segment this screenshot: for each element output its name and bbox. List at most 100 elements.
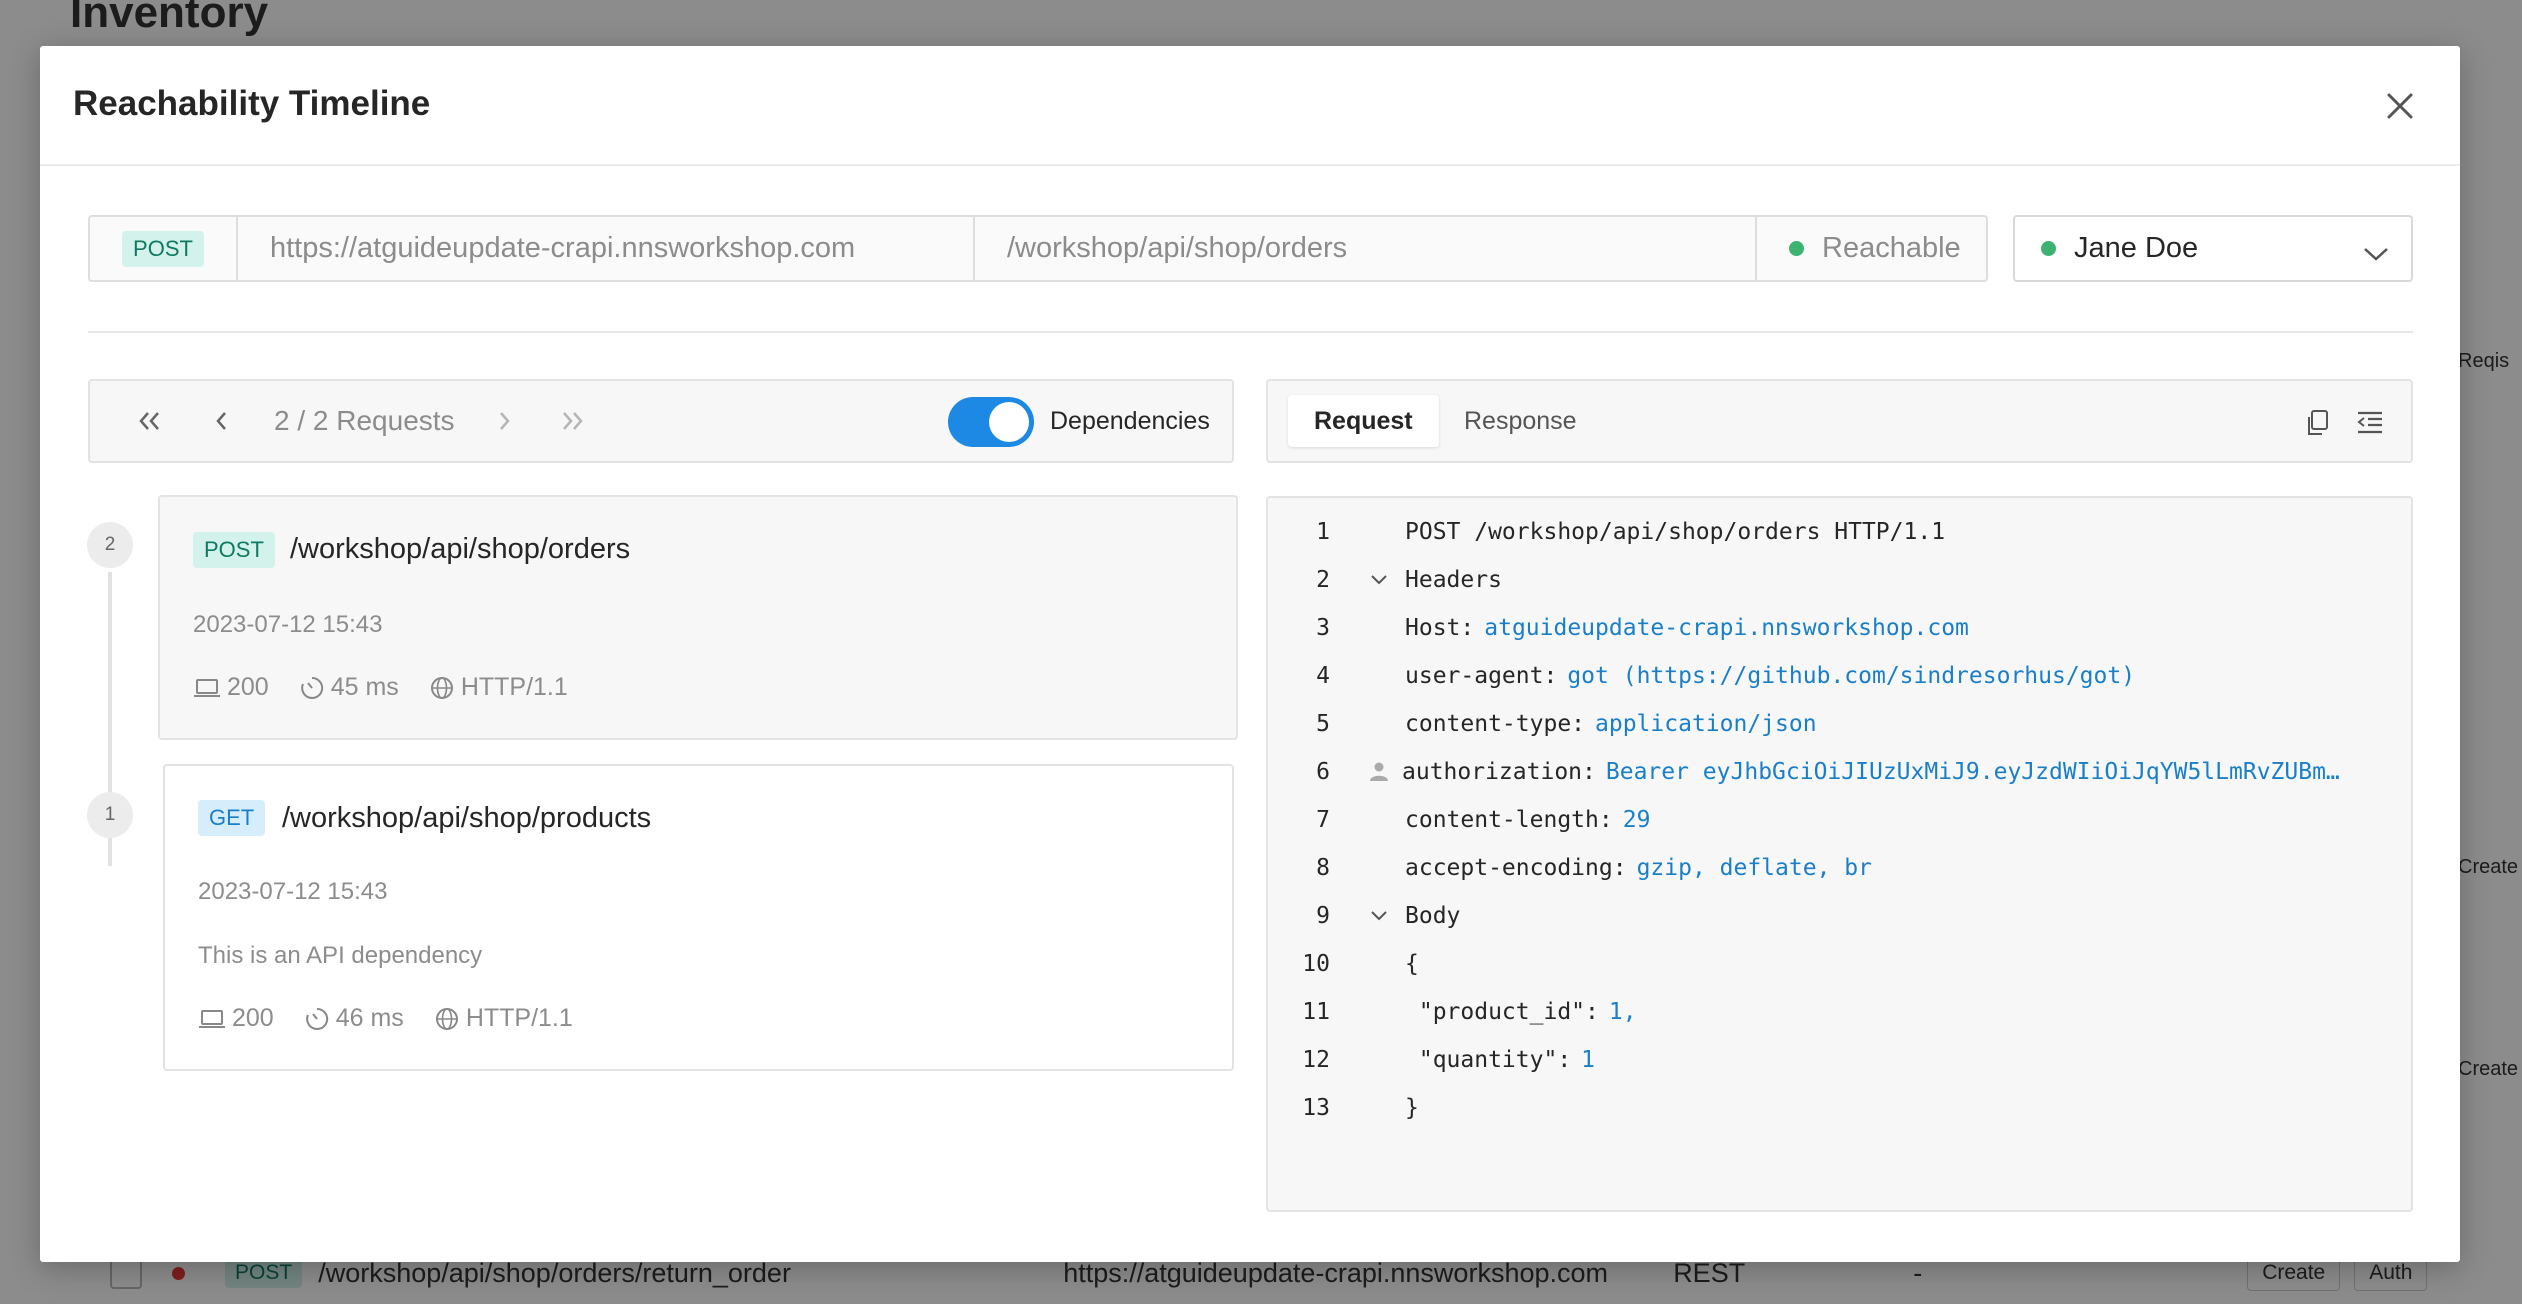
request-meta: 200 45 ms HTTP/1.1 [193,673,598,702]
request-card-selected[interactable]: POST /workshop/api/shop/orders 2023-07-1… [158,495,1238,740]
line-number: 1 [1316,519,1330,545]
code-key: { [1405,951,1419,977]
duration-value: 46 ms [335,1004,404,1032]
modal-title: Reachability Timeline [73,84,431,123]
line-number: 2 [1316,567,1330,593]
code-line: 5 content-type: application/json [1268,700,2411,748]
request-card[interactable]: GET /workshop/api/shop/products 2023-07-… [163,764,1234,1071]
request-path: /workshop/api/shop/products [282,802,652,834]
toggle-knob [989,402,1029,442]
request-code-viewer: 1 POST /workshop/api/shop/orders HTTP/1.1… [1266,496,2413,1212]
last-page-icon[interactable] [550,399,594,443]
line-number: 8 [1316,855,1330,881]
request-path: /workshop/api/shop/orders [290,533,631,565]
code-line: 4 user-agent: got (https://github.com/sind… [1268,652,2411,700]
code-value: 29 [1622,807,1651,833]
first-page-icon[interactable] [128,399,172,443]
status-code: 200 [193,673,269,702]
code-key: Host: [1405,615,1475,641]
endpoint-host: https://atguideupdate-crapi.nnsworkshop.… [238,217,975,280]
line-number: 10 [1302,951,1330,977]
request-meta: 200 46 ms HTTP/1.1 [198,1004,603,1033]
endpoint-bar: POST https://atguideupdate-crapi.nnswork… [88,215,1988,282]
code-value: 1 [1581,1047,1596,1073]
globe-icon [430,676,453,699]
status-dot [1789,241,1804,256]
divider [88,331,2413,333]
timer-icon [300,676,323,699]
code-key: user-agent: [1405,663,1558,689]
detail-tabs-bar: Request Response [1266,379,2413,463]
code-key: Headers [1405,567,1502,593]
line-number: 13 [1302,1095,1330,1121]
code-value: gzip, deflate, br [1636,855,1872,881]
tab-response[interactable]: Response [1438,395,1603,447]
code-value: atguideupdate-crapi.nnsworkshop.com [1484,615,1969,641]
method-badge: POST [122,230,204,267]
code-value: 1, [1608,999,1637,1025]
reachability-modal: Reachability Timeline POST https://atgui… [40,46,2460,1262]
collapse-all-icon[interactable] [2354,407,2386,439]
dependencies-label: Dependencies [1050,407,1210,435]
tab-request[interactable]: Request [1288,395,1439,447]
timer-icon [305,1007,328,1030]
method-badge: GET [198,800,266,836]
code-line: 8 accept-encoding: gzip, deflate, br [1268,844,2411,892]
code-line: 13} [1268,1084,2411,1132]
line-number: 5 [1316,711,1330,737]
code-key: POST /workshop/api/shop/orders HTTP/1.1 [1405,519,1946,545]
dependency-note: This is an API dependency [198,942,483,969]
code-line: 9 Body [1268,892,2411,940]
line-number: 9 [1316,903,1330,929]
protocol-value: HTTP/1.1 [465,1004,573,1032]
user-icon [1368,760,1390,782]
chevron-down-icon [2363,239,2389,272]
protocol: HTTP/1.1 [434,1004,573,1033]
chevron-down-icon[interactable] [1368,568,1390,590]
globe-icon [435,1007,458,1030]
user-status-dot [2041,241,2056,256]
line-number: 11 [1302,999,1330,1025]
code-key: content-type: [1405,711,1586,737]
request-count: 2 / 2 Requests [274,405,455,436]
code-key: "product_id": [1405,999,1599,1025]
code-line: 2 Headers [1268,556,2411,604]
reachability-status: Reachable [1757,217,1986,280]
copy-icon[interactable] [2302,407,2334,439]
endpoint-path: /workshop/api/shop/orders [975,217,1757,280]
status-code-value: 200 [227,673,269,701]
code-key: } [1405,1095,1419,1121]
line-number: 6 [1316,759,1330,785]
code-key: content-length: [1405,807,1613,833]
close-icon[interactable] [2380,86,2420,126]
timeline-step-number: 2 [87,522,133,568]
code-line: 3 Host: atguideupdate-crapi.nnsworkshop.co… [1268,604,2411,652]
code-key: authorization: [1402,759,1596,785]
dependencies-toggle[interactable] [948,397,1034,447]
modal-header: Reachability Timeline [40,46,2460,166]
request-date: 2023-07-12 15:43 [193,611,383,638]
status-code: 200 [198,1004,274,1033]
method-badge: POST [193,532,275,568]
timeline-step-number: 1 [87,792,133,838]
code-key: "quantity": [1405,1047,1572,1073]
code-line: 10 { [1268,940,2411,988]
protocol: HTTP/1.1 [429,673,568,702]
user-select[interactable]: Jane Doe [2013,215,2413,282]
line-number: 3 [1316,615,1330,641]
status-code-value: 200 [232,1004,274,1032]
laptop-icon [194,678,220,697]
chevron-down-icon[interactable] [1368,904,1390,926]
duration: 46 ms [304,1004,404,1033]
code-line: 1 POST /workshop/api/shop/orders HTTP/1.1 [1268,508,2411,556]
protocol-value: HTTP/1.1 [460,673,568,701]
code-line: 6 authorization: Bearer eyJhbGciOiJIUzUxMi… [1268,748,2411,796]
code-value: got (https://github.com/sindresorhus/got… [1567,663,2136,689]
previous-page-icon[interactable] [200,399,244,443]
duration-value: 45 ms [330,673,399,701]
endpoint-method: POST [90,217,238,280]
line-number: 4 [1316,663,1330,689]
code-value: application/json [1595,711,1817,737]
next-page-icon[interactable] [482,399,526,443]
line-number: 7 [1316,807,1330,833]
